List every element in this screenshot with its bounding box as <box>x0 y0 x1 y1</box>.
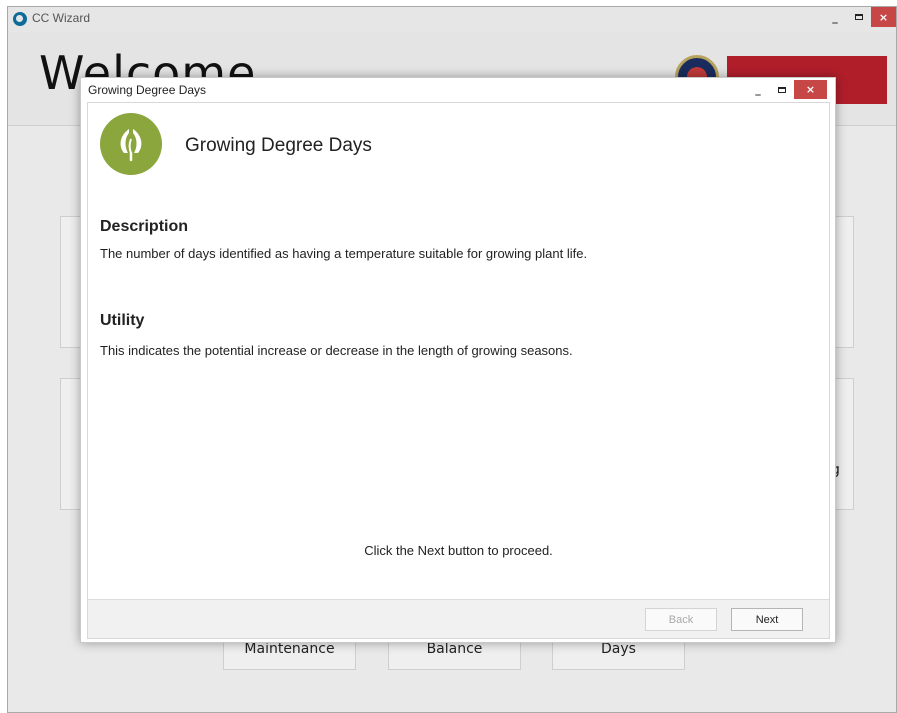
leaf-icon <box>100 113 162 175</box>
maximize-icon <box>778 86 786 93</box>
description-title: Description <box>100 218 189 235</box>
utility-text: This indicates the potential increase or… <box>100 343 573 358</box>
close-button[interactable]: × <box>871 7 896 27</box>
leaf-glyph <box>120 129 142 162</box>
minimize-button[interactable]: _ <box>823 7 847 27</box>
dialog-window-controls: _ × <box>746 80 827 99</box>
next-button[interactable]: Next <box>731 608 803 631</box>
maximize-button[interactable] <box>847 7 871 27</box>
dialog-body: Growing Degree Days Description The numb… <box>87 102 830 639</box>
main-window-controls: _ × <box>823 7 896 32</box>
description-text: The number of days identified as having … <box>100 246 588 261</box>
app-icon <box>13 12 27 26</box>
main-window-title: CC Wizard <box>32 11 91 25</box>
main-titlebar[interactable]: CC Wizard _ × <box>8 7 896 32</box>
back-button[interactable]: Back <box>645 608 717 631</box>
dialog-footer: Back Next <box>88 599 829 638</box>
dialog-maximize-button[interactable] <box>770 80 794 99</box>
growing-degree-days-dialog: Growing Degree Days _ × Growing Degree D… <box>80 77 836 643</box>
dialog-title: Growing Degree Days <box>88 83 207 97</box>
maximize-icon <box>855 14 863 20</box>
dialog-close-button[interactable]: × <box>794 80 827 99</box>
dialog-heading: Growing Degree Days <box>185 135 372 156</box>
proceed-instruction: Click the Next button to proceed. <box>364 543 553 558</box>
dialog-minimize-button[interactable]: _ <box>746 80 770 99</box>
utility-title: Utility <box>100 312 145 329</box>
dialog-titlebar[interactable]: Growing Degree Days _ × <box>81 78 835 102</box>
